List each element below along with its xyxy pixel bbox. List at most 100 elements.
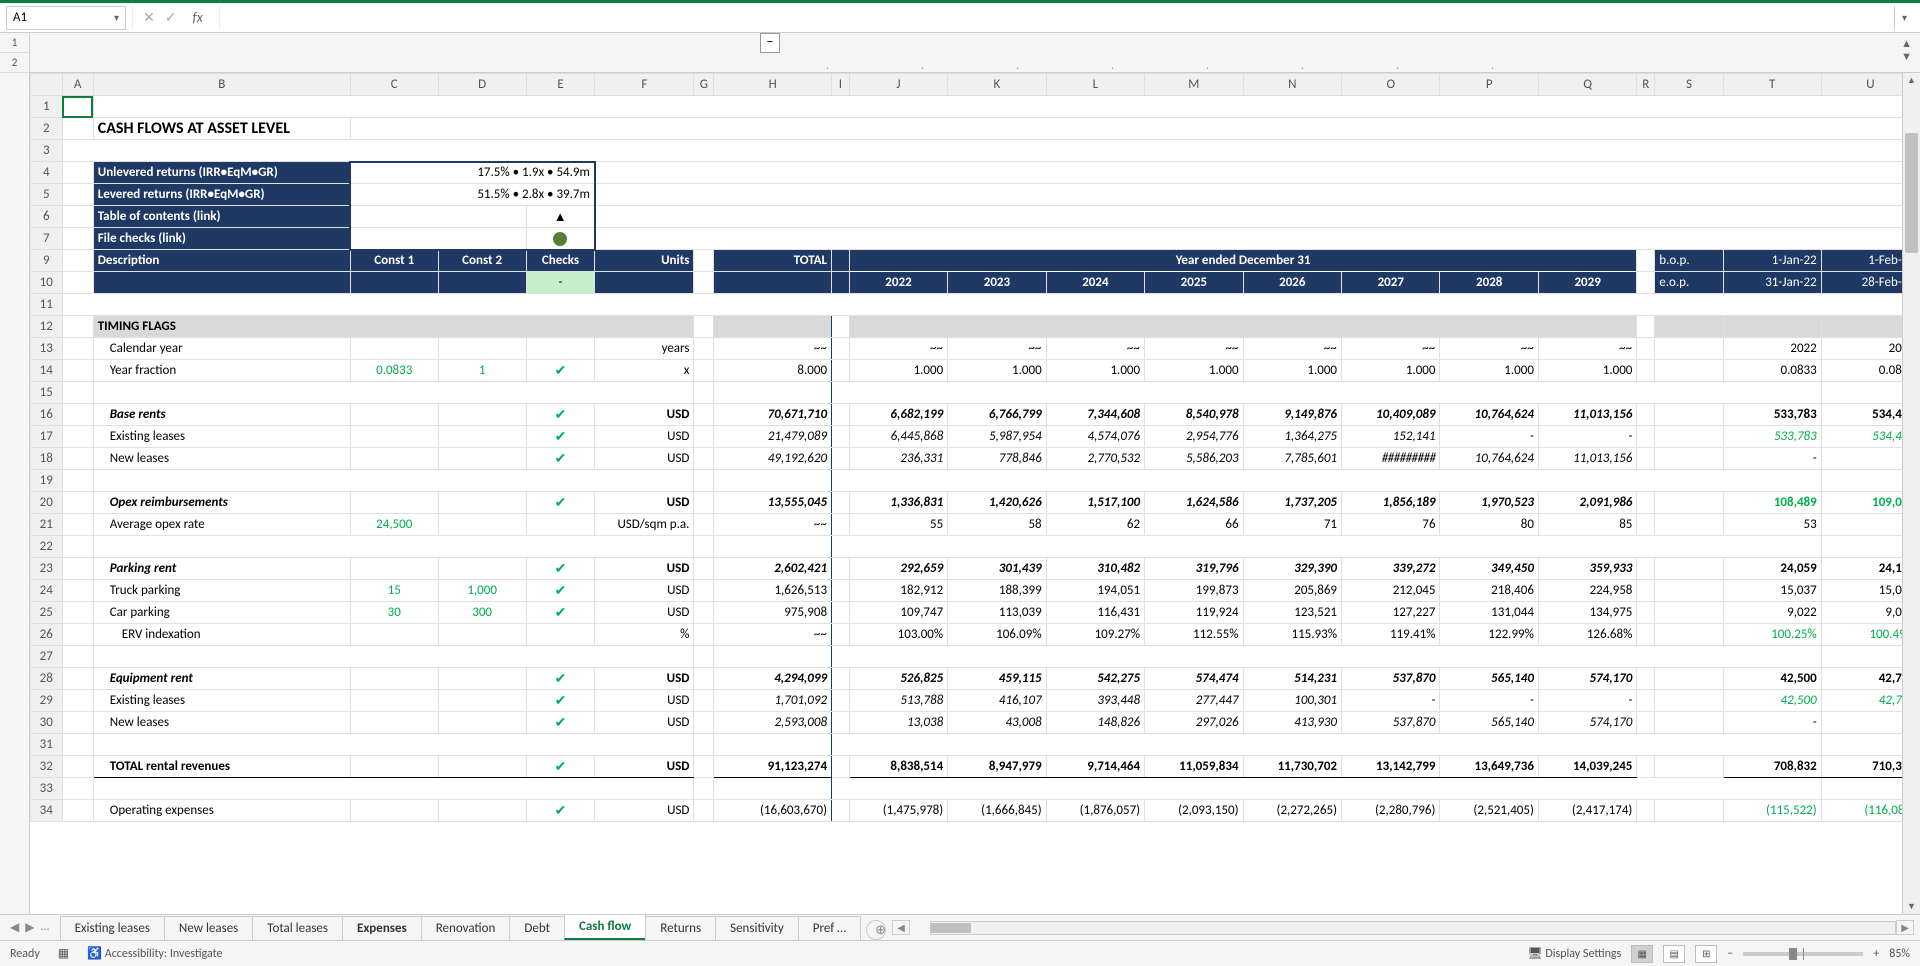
- scroll-up-icon[interactable]: ▲: [1903, 75, 1920, 86]
- col-header[interactable]: R: [1637, 74, 1655, 96]
- row-header[interactable]: 20: [31, 492, 63, 514]
- formula-input[interactable]: [226, 6, 1888, 30]
- row-header[interactable]: 33: [31, 778, 63, 800]
- sheet-tab[interactable]: Total leases: [252, 916, 343, 940]
- row-header[interactable]: 28: [31, 668, 63, 690]
- col-header[interactable]: I: [832, 74, 850, 96]
- sheet-tab[interactable]: Renovation: [421, 916, 511, 940]
- zoom-slider[interactable]: [1743, 952, 1863, 956]
- row-header[interactable]: 23: [31, 558, 63, 580]
- row-header[interactable]: 13: [31, 338, 63, 360]
- macro-record-icon[interactable]: ▦: [58, 946, 69, 961]
- vertical-scrollbar[interactable]: ▲ ▼: [1902, 73, 1920, 914]
- hscroll-thumb[interactable]: [931, 923, 971, 933]
- col-header[interactable]: D: [438, 74, 526, 96]
- sheet-tab[interactable]: New leases: [164, 916, 253, 940]
- row-header[interactable]: 16: [31, 404, 63, 426]
- row-header[interactable]: 25: [31, 602, 63, 624]
- row-header[interactable]: 9: [31, 250, 63, 272]
- col-header[interactable]: K: [948, 74, 1046, 96]
- row-header[interactable]: 27: [31, 646, 63, 668]
- col-header[interactable]: C: [350, 74, 438, 96]
- horizontal-scrollbar[interactable]: [930, 921, 1896, 935]
- cancel-icon[interactable]: ✕: [143, 9, 155, 26]
- col-header[interactable]: T: [1723, 74, 1821, 96]
- row-header[interactable]: 10: [31, 272, 63, 294]
- col-header[interactable]: E: [526, 74, 595, 96]
- name-box-dropdown-icon[interactable]: ▾: [114, 11, 119, 24]
- view-page-break-icon[interactable]: ⊞: [1695, 945, 1717, 963]
- row-header[interactable]: 22: [31, 536, 63, 558]
- col-header[interactable]: J: [849, 74, 947, 96]
- col-header[interactable]: Q: [1538, 74, 1636, 96]
- vscroll-thumb[interactable]: [1905, 133, 1918, 253]
- outline-level-1[interactable]: 1: [0, 33, 29, 53]
- outline-collapse-button[interactable]: −: [760, 33, 780, 53]
- tab-nav-next-icon[interactable]: ▶: [25, 920, 34, 935]
- row-header[interactable]: 5: [31, 184, 63, 206]
- row-header[interactable]: 4: [31, 162, 63, 184]
- col-header[interactable]: N: [1243, 74, 1341, 96]
- col-header[interactable]: P: [1440, 74, 1538, 96]
- row-header[interactable]: 11: [31, 294, 63, 316]
- tab-nav-prev-icon[interactable]: ◀: [10, 920, 19, 935]
- fx-label[interactable]: fx: [186, 9, 208, 26]
- col-header[interactable]: S: [1655, 74, 1723, 96]
- spreadsheet-grid[interactable]: A B C D E F G H I J K L M N O P Q: [30, 73, 1920, 822]
- col-header[interactable]: O: [1342, 74, 1440, 96]
- toc-label[interactable]: Table of contents (link): [93, 206, 350, 228]
- row-header[interactable]: 34: [31, 800, 63, 822]
- hscroll-right-icon[interactable]: ▶: [1896, 920, 1914, 935]
- sheet-tab-expenses[interactable]: Expenses: [342, 916, 422, 940]
- col-header[interactable]: F: [595, 74, 694, 96]
- sheet-tab[interactable]: Existing leases: [60, 916, 165, 940]
- display-settings-button[interactable]: 🖥 Display Settings: [1527, 946, 1621, 961]
- row-header[interactable]: 18: [31, 448, 63, 470]
- row-header[interactable]: 14: [31, 360, 63, 382]
- sheet-tab[interactable]: Sensitivity: [715, 916, 799, 940]
- row-header[interactable]: 12: [31, 316, 63, 338]
- row-header[interactable]: 30: [31, 712, 63, 734]
- zoom-out-button[interactable]: −: [1727, 947, 1733, 961]
- zoom-in-button[interactable]: +: [1873, 947, 1879, 961]
- outline-level-2[interactable]: 2: [0, 53, 29, 73]
- cell-A1[interactable]: [62, 96, 93, 118]
- sheet-tab[interactable]: Returns: [645, 916, 716, 940]
- row-header[interactable]: 7: [31, 228, 63, 250]
- col-header[interactable]: M: [1145, 74, 1243, 96]
- confirm-icon[interactable]: ✓: [165, 9, 177, 26]
- toc-triangle-icon[interactable]: ▲: [526, 206, 595, 228]
- row-header[interactable]: 21: [31, 514, 63, 536]
- col-header[interactable]: L: [1046, 74, 1144, 96]
- row-header[interactable]: 24: [31, 580, 63, 602]
- view-page-layout-icon[interactable]: ▤: [1663, 945, 1685, 963]
- sheet-tab[interactable]: Pref …: [798, 916, 861, 940]
- view-normal-icon[interactable]: ▦: [1631, 945, 1653, 963]
- grid-scroll[interactable]: A B C D E F G H I J K L M N O P Q: [30, 73, 1920, 914]
- row-header[interactable]: 3: [31, 140, 63, 162]
- hscroll-left-icon[interactable]: ◀: [892, 920, 910, 935]
- row-header[interactable]: 6: [31, 206, 63, 228]
- col-header[interactable]: A: [62, 74, 93, 96]
- outline-up-icon[interactable]: ▲: [1901, 37, 1912, 50]
- row-header[interactable]: 26: [31, 624, 63, 646]
- col-header[interactable]: H: [714, 74, 832, 96]
- tab-nav-overflow[interactable]: ...: [40, 920, 49, 935]
- accessibility-status[interactable]: ♿ Accessibility: Investigate: [87, 946, 222, 961]
- row-header[interactable]: 17: [31, 426, 63, 448]
- col-header[interactable]: B: [93, 74, 350, 96]
- sheet-tab[interactable]: Debt: [509, 916, 565, 940]
- row-header[interactable]: 1: [31, 96, 63, 118]
- row-header[interactable]: 32: [31, 756, 63, 778]
- sheet-tab-active[interactable]: Cash flow: [564, 914, 646, 940]
- file-checks-label[interactable]: File checks (link): [93, 228, 350, 250]
- outline-down-icon[interactable]: ▼: [1901, 50, 1912, 63]
- row-header[interactable]: 29: [31, 690, 63, 712]
- formula-expand-icon[interactable]: ▾: [1894, 6, 1914, 30]
- name-box[interactable]: A1 ▾: [6, 6, 126, 30]
- add-sheet-button[interactable]: ⊕: [866, 920, 886, 940]
- row-header[interactable]: 19: [31, 470, 63, 492]
- zoom-percent[interactable]: 85%: [1889, 947, 1910, 961]
- col-header[interactable]: G: [694, 74, 714, 96]
- select-all-cell[interactable]: [31, 74, 63, 96]
